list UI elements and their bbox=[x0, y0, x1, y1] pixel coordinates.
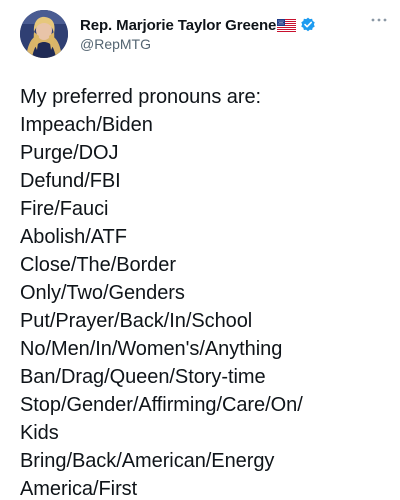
verified-badge-icon bbox=[300, 17, 316, 33]
tweet-text-line: Impeach/Biden bbox=[20, 114, 153, 136]
tweet-card: Rep. Marjorie Taylor Greene @RepMTG My p… bbox=[0, 0, 400, 500]
author-handle[interactable]: @RepMTG bbox=[80, 36, 151, 52]
avatar[interactable] bbox=[20, 10, 68, 58]
tweet-text-line: Purge/DOJ bbox=[20, 142, 119, 164]
tweet-text-line: Kids bbox=[20, 422, 59, 444]
tweet-text-line: My preferred pronouns are: bbox=[20, 86, 262, 108]
tweet-text-line: No/Men/In/Women's/Anything bbox=[20, 338, 283, 360]
more-options-icon[interactable] bbox=[368, 12, 390, 28]
author-name-row[interactable]: Rep. Marjorie Taylor Greene bbox=[80, 15, 316, 35]
tweet-text-line: Fire/Fauci bbox=[20, 198, 109, 220]
tweet-text: My preferred pronouns are: Impeach/Biden… bbox=[20, 83, 390, 500]
us-flag-icon bbox=[277, 18, 297, 32]
tweet-text-line: Bring/Back/American/Energy bbox=[20, 450, 275, 472]
avatar-photo-icon bbox=[20, 10, 68, 58]
tweet-text-line: Stop/Gender/Affirming/Care/On/ bbox=[20, 394, 303, 416]
tweet-text-line: Put/Prayer/Back/In/School bbox=[20, 310, 253, 332]
tweet-text-line: Defund/FBI bbox=[20, 170, 121, 192]
author-display-name[interactable]: Rep. Marjorie Taylor Greene bbox=[80, 17, 276, 34]
tweet-text-line: Ban/Drag/Queen/Story-time bbox=[20, 366, 266, 388]
tweet-text-line: Only/Two/Genders bbox=[20, 282, 185, 304]
tweet-text-line: America/First bbox=[20, 478, 138, 500]
tweet-header: Rep. Marjorie Taylor Greene @RepMTG bbox=[16, 6, 387, 58]
tweet-text-line: Close/The/Border bbox=[20, 254, 176, 276]
tweet-text-line: Abolish/ATF bbox=[20, 226, 127, 248]
